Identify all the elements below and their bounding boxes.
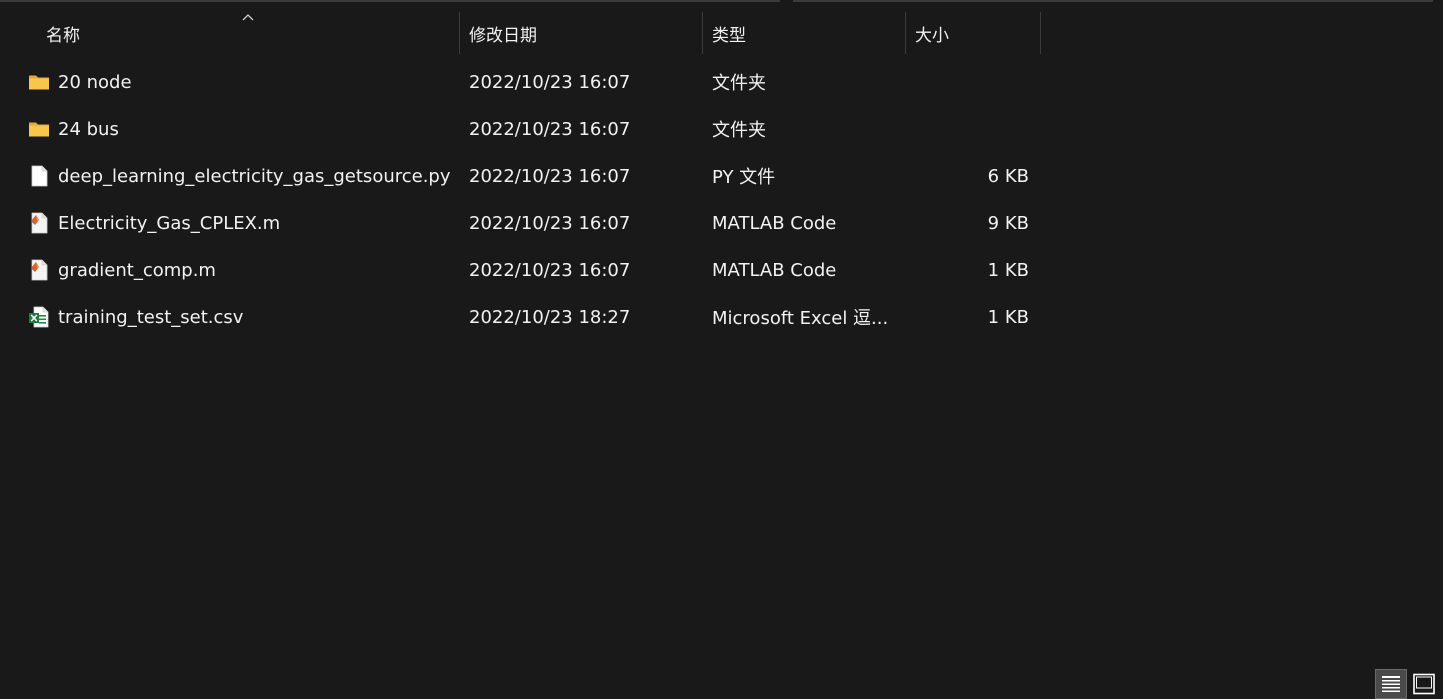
file-row-training-test-set[interactable]: training_test_set.csv 2022/10/23 18:27 M… [0,294,1050,340]
file-size: 1 KB [987,259,1029,281]
large-icons-view-button[interactable] [1408,669,1440,699]
file-name: 24 bus [58,118,119,140]
file-name: gradient_comp.m [58,259,216,281]
folder-icon [29,75,49,90]
python-file-icon [31,165,48,187]
file-name: 20 node [58,71,132,93]
file-date: 2022/10/23 16:07 [469,118,631,140]
details-view-button[interactable] [1375,669,1407,699]
file-size [908,106,1029,152]
file-size [908,59,1029,105]
file-row-py[interactable]: deep_learning_electricity_gas_getsource.… [0,153,1050,199]
file-type: MATLAB Code [712,212,837,234]
matlab-file-icon [31,259,48,281]
file-row-20-node[interactable]: 20 node 2022/10/23 16:07 文件夹 [0,59,1050,105]
file-name: training_test_set.csv [58,306,244,328]
file-date: 2022/10/23 16:07 [469,212,631,234]
column-header-type-label: 类型 [712,25,746,46]
file-name-cell: Electricity_Gas_CPLEX.m [28,200,280,246]
file-row-24-bus[interactable]: 24 bus 2022/10/23 16:07 文件夹 [0,106,1050,152]
file-name-cell: 20 node [28,59,132,105]
file-date: 2022/10/23 16:07 [469,71,631,93]
matlab-file-icon [31,212,48,234]
file-date: 2022/10/23 16:07 [469,259,631,281]
file-size: 1 KB [987,306,1029,328]
column-header-type[interactable]: 类型 [703,12,905,54]
column-header-bar: 名称 修改日期 类型 大小 [0,12,1443,54]
file-name-cell: training_test_set.csv [28,294,243,340]
folder-icon [29,122,49,137]
file-name: deep_learning_electricity_gas_getsource.… [58,165,451,187]
file-type: 文件夹 [712,73,766,94]
file-type: MATLAB Code [712,259,837,281]
file-name: Electricity_Gas_CPLEX.m [58,212,281,234]
file-name-cell: 24 bus [28,106,119,152]
column-header-date[interactable]: 修改日期 [460,12,702,54]
excel-csv-icon [29,306,49,328]
file-size: 6 KB [987,165,1029,187]
file-type: 文件夹 [712,120,766,141]
column-resize-handle-size[interactable] [1040,12,1041,54]
column-header-size-label: 大小 [915,25,949,46]
file-date: 2022/10/23 18:27 [469,306,631,328]
column-header-name-label: 名称 [46,25,80,46]
header-top-border-right [793,0,1433,2]
column-header-size[interactable]: 大小 [906,12,1040,54]
file-type: PY 文件 [712,167,776,188]
file-name-cell: gradient_comp.m [28,247,216,293]
header-top-border-left [0,0,780,2]
file-row-gradient-comp[interactable]: gradient_comp.m 2022/10/23 16:07 MATLAB … [0,247,1050,293]
file-name-cell: deep_learning_electricity_gas_getsource.… [28,153,451,199]
large-icons-view-icon [1413,673,1435,695]
file-type: Microsoft Excel 逗... [712,308,889,329]
file-date: 2022/10/23 16:07 [469,165,631,187]
details-view-icon [1382,676,1400,692]
column-header-name[interactable]: 名称 [0,12,459,54]
column-header-date-label: 修改日期 [469,25,537,46]
file-row-electricity-gas-cplex[interactable]: Electricity_Gas_CPLEX.m 2022/10/23 16:07… [0,200,1050,246]
file-size: 9 KB [987,212,1029,234]
